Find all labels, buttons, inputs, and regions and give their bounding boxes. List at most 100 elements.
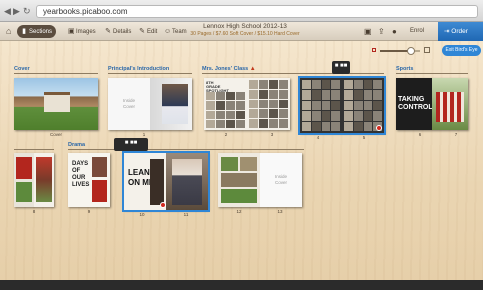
tab-details[interactable]: ✎ Details <box>101 25 135 38</box>
order-label: Order <box>451 28 468 35</box>
page-label: 4 <box>316 135 320 140</box>
spread-cover[interactable] <box>14 78 98 130</box>
page-lean-on-me: LEAN ON ME <box>124 153 166 210</box>
page-team-photo <box>432 78 468 130</box>
drama-photo <box>221 157 238 171</box>
share-icon[interactable]: ⇪ <box>378 27 385 36</box>
page-label: 11 <box>183 212 189 217</box>
photo-grid <box>302 80 340 131</box>
alert-icon <box>160 202 166 208</box>
drama-heading-1: DAYS <box>72 161 89 167</box>
drag-tooltip: ■ ■■ <box>332 61 350 74</box>
page-label: 1 <box>142 132 146 137</box>
address-bar[interactable]: yearbooks.picaboo.com <box>36 5 478 18</box>
app-toolbar: ⌂ ▮ Sections ▣Images ✎ Details ✎ Edit ☺Team… <box>0 22 483 41</box>
sports-photo <box>16 157 32 179</box>
spread-sports[interactable]: TAKING CONTROL <box>396 78 468 130</box>
drama-heading-5: LEAN <box>128 168 150 177</box>
tab-sections[interactable]: ▮ Sections <box>17 25 57 38</box>
info-icon[interactable]: ● <box>392 27 397 36</box>
section-label-principal[interactable]: Principal's Introduction <box>108 66 169 72</box>
section-divider <box>396 73 468 74</box>
photo-grid <box>344 80 382 131</box>
tab-edit-label: Edit <box>147 29 158 35</box>
sports-heading-1: TAKING <box>398 96 425 103</box>
spread-mrs-jones-1[interactable]: 8TH GRADE SPOTLIGHT <box>204 78 290 130</box>
book-title: Lennox High School 2012-13 <box>203 23 287 30</box>
zoom-in-icon[interactable] <box>424 47 430 53</box>
exit-birds-eye-button[interactable]: Exit Bird's Eye <box>442 45 481 56</box>
spread-sports-2[interactable] <box>14 153 54 207</box>
drama-photo <box>92 180 107 202</box>
order-button[interactable]: ⇥ Order <box>438 22 483 41</box>
page-label: 2 <box>224 132 228 137</box>
tab-edit[interactable]: ✎ Edit <box>135 25 161 38</box>
team-photo <box>436 92 464 122</box>
zoom-out-icon[interactable] <box>372 48 376 52</box>
spread-mrs-jones-2[interactable] <box>298 76 386 135</box>
page-days-of-our-lives: DAYS OF OUR LIVES <box>68 153 110 207</box>
inside-cover-label: Inside Cover <box>274 174 287 185</box>
sports-photo <box>16 182 32 202</box>
spread-drama-1[interactable]: DAYS OF OUR LIVES <box>68 153 110 207</box>
spread-drama-2[interactable]: LEAN ON ME <box>122 151 210 212</box>
edit-icon: ✎ <box>139 28 145 35</box>
section-label-drama[interactable]: Drama <box>68 142 85 148</box>
page-label: 13 <box>277 209 283 214</box>
home-icon[interactable]: ⌂ <box>6 26 11 36</box>
drama-heading-3: OUR <box>72 175 86 181</box>
page-label: 5 <box>362 135 366 140</box>
book-price-summary: 30 Pages / $7.60 Soft Cover / $15.10 Har… <box>190 31 300 37</box>
photo-grid <box>206 92 245 128</box>
page-sports-left <box>14 153 34 207</box>
team-icon: ☺ <box>164 28 172 35</box>
page-label: 8 <box>32 209 36 214</box>
zoom-handle[interactable] <box>407 47 416 55</box>
enrol-button[interactable]: Enrol <box>410 25 424 38</box>
section-divider <box>202 73 384 74</box>
sports-photo <box>36 157 52 202</box>
page-label: 3 <box>270 132 274 137</box>
cover-building <box>44 92 70 112</box>
back-button[interactable]: ◀ <box>4 6 11 16</box>
page-taking-control: TAKING CONTROL <box>396 78 433 130</box>
section-divider <box>14 73 98 74</box>
section-label-sports[interactable]: Sports <box>396 66 413 72</box>
drama-photo <box>92 157 107 177</box>
address-url: yearbooks.picaboo.com <box>43 7 128 16</box>
page-actor-photo <box>166 153 208 210</box>
section-divider <box>68 149 304 150</box>
section-divider <box>108 73 192 74</box>
page-inside-cover: Inside Cover <box>108 78 150 130</box>
principal-photo <box>162 84 188 124</box>
bottom-bar <box>0 280 483 290</box>
page-label: 7 <box>454 132 458 137</box>
page-sports-right <box>34 153 54 207</box>
actor-photo <box>172 159 202 205</box>
inside-cover-label: Inside Cover <box>122 98 135 109</box>
zoom-slider[interactable] <box>372 47 430 55</box>
drama-photo <box>221 189 257 203</box>
forward-button[interactable]: ▶ <box>13 6 20 16</box>
reload-button[interactable]: ↻ <box>23 6 31 16</box>
page-principal <box>150 78 192 130</box>
spread-drama-3[interactable]: Inside Cover <box>218 153 302 207</box>
tab-images-label: Images <box>76 29 96 35</box>
browser-toolbar: ◀ ▶ ↻ yearbooks.picaboo.com <box>0 0 483 22</box>
bookmark-icon: ▮ <box>22 28 26 35</box>
section-label-cover[interactable]: Cover <box>14 66 30 72</box>
drama-heading-2: OF <box>72 168 81 174</box>
page-label: 10 <box>139 212 145 217</box>
section-label-mrs-jones[interactable]: Mrs. Jones' Class ▲ <box>202 66 256 72</box>
drama-photo <box>240 157 257 171</box>
tab-images[interactable]: ▣Images <box>64 25 100 38</box>
save-icon[interactable]: ▣ <box>364 27 372 36</box>
page-label: 6 <box>418 132 422 137</box>
spread-principal[interactable]: Inside Cover <box>108 78 192 130</box>
page-spotlight: 8TH GRADE SPOTLIGHT <box>204 78 247 130</box>
page-label: Cover <box>49 132 62 137</box>
photo-grid <box>249 80 288 128</box>
page-label: 9 <box>87 209 91 214</box>
sports-heading-2: CONTROL <box>398 104 433 111</box>
zoom-track[interactable] <box>380 47 420 55</box>
